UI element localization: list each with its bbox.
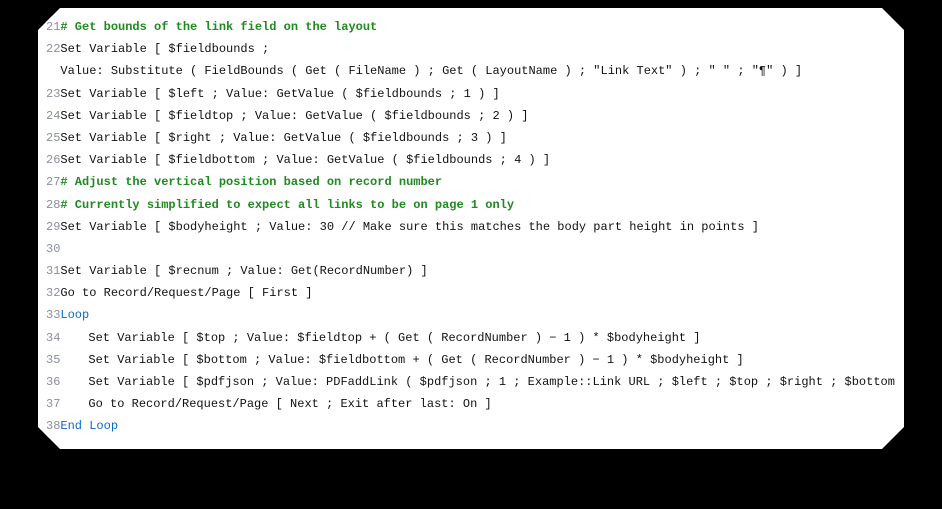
code-text: Set Variable [ $fieldbounds ; Value: Sub…	[60, 42, 802, 78]
line-content: # Adjust the vertical position based on …	[60, 171, 896, 193]
line-content: Set Variable [ $bodyheight ; Value: 30 /…	[60, 216, 896, 238]
line-number: 32	[46, 282, 60, 304]
line-number: 35	[46, 349, 60, 371]
code-block: 21# Get bounds of the link field on the …	[46, 16, 896, 441]
line-number: 24	[46, 105, 60, 127]
line-number: 23	[46, 83, 60, 105]
line-number: 26	[46, 149, 60, 171]
source-table: 21# Get bounds of the link field on the …	[46, 16, 896, 438]
code-line: 38End Loop	[46, 415, 896, 437]
line-content: Set Variable [ $fieldbottom ; Value: Get…	[60, 149, 896, 171]
code-line: 25Set Variable [ $right ; Value: GetValu…	[46, 127, 896, 149]
line-number: 33	[46, 304, 60, 326]
line-number: 25	[46, 127, 60, 149]
code-text: Go to Record/Request/Page [ First ]	[60, 286, 312, 300]
line-content: Set Variable [ $fieldbounds ; Value: Sub…	[60, 38, 896, 82]
code-line: 35Set Variable [ $bottom ; Value: $field…	[46, 349, 896, 371]
line-number: 28	[46, 194, 60, 216]
code-line: 31Set Variable [ $recnum ; Value: Get(Re…	[46, 260, 896, 282]
code-line: 24Set Variable [ $fieldtop ; Value: GetV…	[46, 105, 896, 127]
line-content: Set Variable [ $left ; Value: GetValue (…	[60, 83, 896, 105]
code-text: Set Variable [ $bodyheight ; Value: 30 /…	[60, 220, 759, 234]
line-content: Set Variable [ $top ; Value: $fieldtop +…	[60, 327, 896, 349]
code-line: 29Set Variable [ $bodyheight ; Value: 30…	[46, 216, 896, 238]
line-number: 30	[46, 238, 60, 260]
line-content: Set Variable [ $recnum ; Value: Get(Reco…	[60, 260, 896, 282]
code-line: 34Set Variable [ $top ; Value: $fieldtop…	[46, 327, 896, 349]
code-line: 26Set Variable [ $fieldbottom ; Value: G…	[46, 149, 896, 171]
line-content: Set Variable [ $right ; Value: GetValue …	[60, 127, 896, 149]
code-text: Set Variable [ $pdfjson ; Value: PDFaddL…	[60, 371, 896, 393]
code-line: 27# Adjust the vertical position based o…	[46, 171, 896, 193]
code-line: 21# Get bounds of the link field on the …	[46, 16, 896, 38]
line-content: # Get bounds of the link field on the la…	[60, 16, 896, 38]
line-content	[60, 238, 896, 260]
line-number: 34	[46, 327, 60, 349]
line-number: 36	[46, 371, 60, 393]
line-content: Set Variable [ $bottom ; Value: $fieldbo…	[60, 349, 896, 371]
code-text: Set Variable [ $left ; Value: GetValue (…	[60, 87, 499, 101]
line-content: Set Variable [ $fieldtop ; Value: GetVal…	[60, 105, 896, 127]
keyword-text: Loop	[60, 308, 89, 322]
line-number: 37	[46, 393, 60, 415]
line-number: 29	[46, 216, 60, 238]
line-number: 27	[46, 171, 60, 193]
line-content: Loop	[60, 304, 896, 326]
line-content: End Loop	[60, 415, 896, 437]
code-line: 33Loop	[46, 304, 896, 326]
code-text: Set Variable [ $fieldtop ; Value: GetVal…	[60, 109, 528, 123]
code-line: 36Set Variable [ $pdfjson ; Value: PDFad…	[46, 371, 896, 393]
code-surface: 21# Get bounds of the link field on the …	[38, 8, 904, 449]
line-content: Go to Record/Request/Page [ Next ; Exit …	[60, 393, 896, 415]
code-text: Set Variable [ $right ; Value: GetValue …	[60, 131, 506, 145]
code-text: Set Variable [ $top ; Value: $fieldtop +…	[60, 327, 700, 349]
code-text: Go to Record/Request/Page [ Next ; Exit …	[60, 393, 491, 415]
line-number: 21	[46, 16, 60, 38]
code-line: 30	[46, 238, 896, 260]
line-number: 22	[46, 38, 60, 82]
code-text: Set Variable [ $recnum ; Value: Get(Reco…	[60, 264, 427, 278]
code-line: 23Set Variable [ $left ; Value: GetValue…	[46, 83, 896, 105]
line-content: Go to Record/Request/Page [ First ]	[60, 282, 896, 304]
comment-text: # Adjust the vertical position based on …	[60, 175, 442, 189]
code-text: Set Variable [ $bottom ; Value: $fieldbo…	[60, 349, 743, 371]
comment-text: # Get bounds of the link field on the la…	[60, 20, 377, 34]
code-card: 21# Get bounds of the link field on the …	[38, 8, 904, 449]
comment-text: # Currently simplified to expect all lin…	[60, 198, 514, 212]
line-content: # Currently simplified to expect all lin…	[60, 194, 896, 216]
code-line: 32Go to Record/Request/Page [ First ]	[46, 282, 896, 304]
code-line: 22Set Variable [ $fieldbounds ; Value: S…	[46, 38, 896, 82]
keyword-text: End Loop	[60, 419, 118, 433]
line-content: Set Variable [ $pdfjson ; Value: PDFaddL…	[60, 371, 896, 393]
code-line: 37Go to Record/Request/Page [ Next ; Exi…	[46, 393, 896, 415]
line-number: 38	[46, 415, 60, 437]
code-text: Set Variable [ $fieldbottom ; Value: Get…	[60, 153, 550, 167]
line-number: 31	[46, 260, 60, 282]
code-line: 28# Currently simplified to expect all l…	[46, 194, 896, 216]
